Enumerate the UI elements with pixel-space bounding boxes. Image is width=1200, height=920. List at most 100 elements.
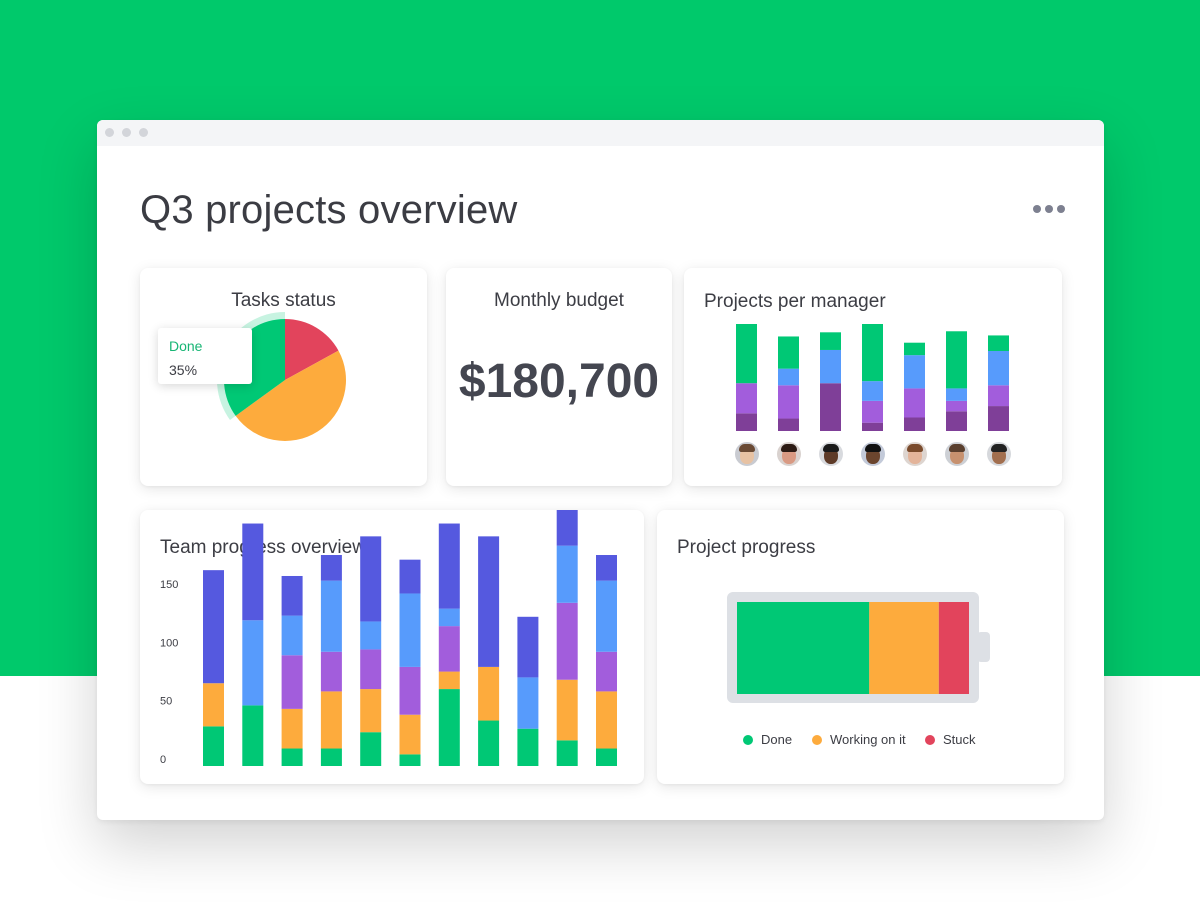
bar-segment[interactable] xyxy=(820,332,841,350)
legend-item-stuck: Stuck xyxy=(925,732,976,747)
more-options-button[interactable] xyxy=(1027,200,1067,220)
window-close-dot[interactable] xyxy=(105,128,114,137)
y-tick-label: 0 xyxy=(160,754,166,766)
bar-segment[interactable] xyxy=(904,417,925,431)
bar-segment[interactable] xyxy=(988,406,1009,431)
bar-segment[interactable] xyxy=(438,523,460,609)
bar-segment[interactable] xyxy=(242,620,264,706)
manager-avatar[interactable] xyxy=(819,442,843,466)
bar-segment[interactable] xyxy=(862,324,883,382)
bar-segment[interactable] xyxy=(556,602,578,680)
bar-segment[interactable] xyxy=(862,400,883,423)
monthly-budget-card[interactable]: Monthly budget $180,700 xyxy=(446,268,672,486)
bar-segment[interactable] xyxy=(736,383,757,414)
bar-segment[interactable] xyxy=(556,545,578,603)
project-progress-card[interactable]: Project progress Done Working on it Stuc… xyxy=(657,510,1064,784)
bar-segment[interactable] xyxy=(399,593,421,667)
bar-segment[interactable] xyxy=(778,336,799,369)
bar-segment[interactable] xyxy=(778,385,799,419)
bar-segment[interactable] xyxy=(820,383,841,431)
bar-segment[interactable] xyxy=(904,388,925,418)
bar-segment[interactable] xyxy=(946,411,967,431)
bar-segment[interactable] xyxy=(946,400,967,412)
bar-segment[interactable] xyxy=(517,616,539,678)
bar-segment[interactable] xyxy=(478,666,500,721)
bar-segment[interactable] xyxy=(596,691,617,749)
bar-segment[interactable] xyxy=(438,626,460,672)
legend-dot xyxy=(743,734,753,745)
bar-segment[interactable] xyxy=(203,570,224,684)
bar-segment[interactable] xyxy=(820,349,841,384)
bar-segment[interactable] xyxy=(556,740,578,766)
bar-segment[interactable] xyxy=(320,580,342,652)
bar-segment[interactable] xyxy=(517,728,539,766)
legend-label: Working on it xyxy=(830,732,906,747)
bar-segment[interactable] xyxy=(988,385,1009,407)
tooltip-label: Done xyxy=(169,338,203,354)
bar-segment[interactable] xyxy=(778,418,799,431)
bar-segment[interactable] xyxy=(478,720,500,766)
bar-segment[interactable] xyxy=(988,335,1009,352)
bar-segment[interactable] xyxy=(438,689,460,766)
bar-segment[interactable] xyxy=(360,689,382,733)
bar-segment[interactable] xyxy=(399,714,421,755)
window-maximize-dot[interactable] xyxy=(139,128,148,137)
manager-avatar[interactable] xyxy=(987,442,1011,466)
bar-segment[interactable] xyxy=(904,355,925,389)
bar-segment[interactable] xyxy=(242,705,264,766)
bar-segment[interactable] xyxy=(281,748,303,766)
bar-segment[interactable] xyxy=(360,732,382,766)
bar-segment[interactable] xyxy=(399,666,421,715)
manager-avatar[interactable] xyxy=(735,442,759,466)
bar-segment[interactable] xyxy=(517,677,539,729)
manager-avatar[interactable] xyxy=(903,442,927,466)
manager-avatar[interactable] xyxy=(777,442,801,466)
team-progress-card[interactable]: Team progress overview 050100150 xyxy=(140,510,644,784)
bar-segment[interactable] xyxy=(736,413,757,431)
y-tick-label: 100 xyxy=(160,637,178,649)
bar-segment[interactable] xyxy=(862,381,883,401)
bar-segment[interactable] xyxy=(281,575,303,616)
bar-segment[interactable] xyxy=(242,523,264,621)
bar-segment[interactable] xyxy=(596,580,617,652)
bar-segment[interactable] xyxy=(478,536,500,667)
bar-segment[interactable] xyxy=(360,536,382,622)
bar-segment[interactable] xyxy=(399,754,421,766)
manager-avatar[interactable] xyxy=(861,442,885,466)
progress-segment[interactable] xyxy=(869,602,939,694)
bar-segment[interactable] xyxy=(360,649,382,690)
bar-segment[interactable] xyxy=(736,324,757,384)
bar-segment[interactable] xyxy=(320,748,342,766)
bar-segment[interactable] xyxy=(596,748,617,766)
window-minimize-dot[interactable] xyxy=(122,128,131,137)
bar-segment[interactable] xyxy=(988,351,1009,386)
progress-segment[interactable] xyxy=(938,602,969,694)
bar-segment[interactable] xyxy=(946,388,967,401)
bar-segment[interactable] xyxy=(556,510,578,546)
legend-dot xyxy=(925,734,935,745)
tasks-status-card[interactable]: Tasks status Done 35% xyxy=(140,268,427,486)
bar-segment[interactable] xyxy=(596,651,617,692)
legend-label: Stuck xyxy=(943,732,976,747)
bar-segment[interactable] xyxy=(596,555,617,581)
bar-segment[interactable] xyxy=(281,655,303,709)
bar-segment[interactable] xyxy=(320,691,342,749)
manager-avatar[interactable] xyxy=(945,442,969,466)
bar-segment[interactable] xyxy=(281,708,303,749)
bar-segment[interactable] xyxy=(203,683,224,727)
bar-segment[interactable] xyxy=(438,671,460,690)
bar-segment[interactable] xyxy=(438,608,460,627)
bar-segment[interactable] xyxy=(904,342,925,356)
bar-segment[interactable] xyxy=(281,615,303,656)
bar-segment[interactable] xyxy=(399,559,421,594)
progress-segment[interactable] xyxy=(737,602,870,694)
projects-per-manager-card[interactable]: Projects per manager xyxy=(684,268,1062,486)
bar-segment[interactable] xyxy=(203,726,224,766)
bar-segment[interactable] xyxy=(946,331,967,389)
bar-segment[interactable] xyxy=(360,621,382,650)
bar-segment[interactable] xyxy=(778,368,799,386)
bar-segment[interactable] xyxy=(556,679,578,741)
bar-segment[interactable] xyxy=(862,422,883,431)
bar-segment[interactable] xyxy=(320,555,342,581)
bar-segment[interactable] xyxy=(320,651,342,692)
